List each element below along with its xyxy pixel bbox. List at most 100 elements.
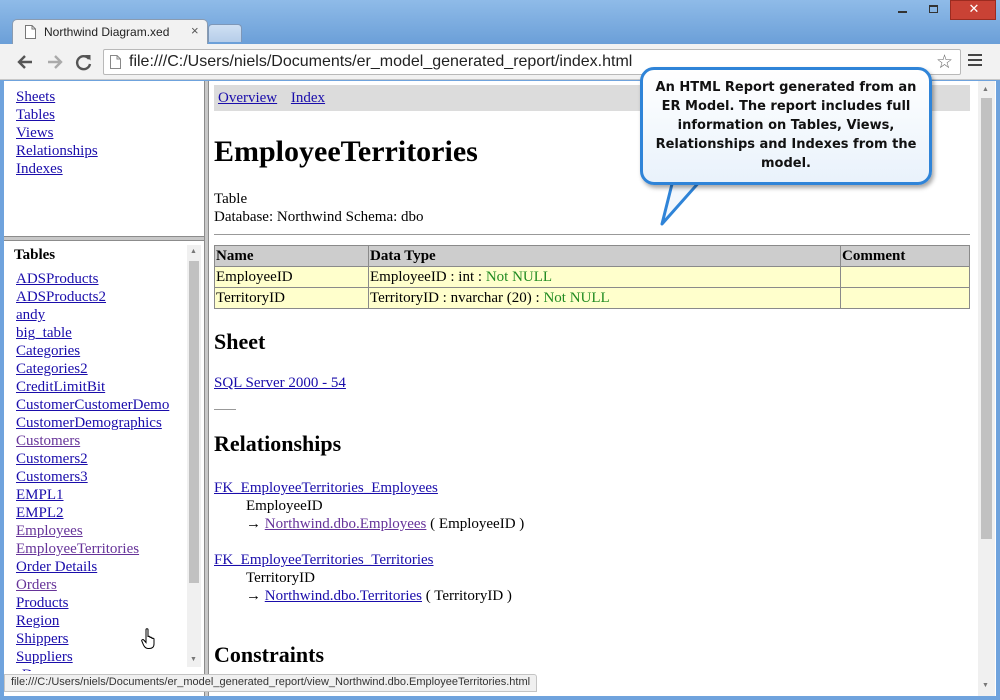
table-link[interactable]: ADSProducts — [16, 270, 169, 288]
title-bar: Northwind Diagram.xed × ✕ — [0, 0, 1000, 45]
table-link[interactable]: Products — [16, 594, 169, 612]
sheet-heading: Sheet — [214, 329, 266, 354]
nav-link-indexes[interactable]: Indexes — [16, 160, 204, 178]
scrollbar-thumb[interactable] — [981, 98, 992, 539]
scroll-up-icon[interactable]: ▲ — [190, 247, 197, 255]
relationship-target-link[interactable]: Northwind.dbo.Employees — [265, 516, 427, 532]
tables-frame: Tables ADSProducts ADSProducts2 andy big_ta… — [4, 241, 204, 671]
table-link[interactable]: Customers2 — [16, 450, 169, 468]
minimize-button[interactable] — [887, 0, 917, 20]
divider — [214, 409, 236, 410]
nav-link-relationships[interactable]: Relationships — [16, 142, 204, 160]
star-icon[interactable]: ☆ — [936, 52, 953, 72]
table-link[interactable]: Suppliers — [16, 648, 169, 666]
relationship-target-link[interactable]: Northwind.dbo.Territories — [265, 588, 422, 604]
arrow-icon: → — [246, 588, 265, 604]
table-link[interactable]: CustomerDemographics — [16, 414, 169, 432]
tables-scrollbar[interactable]: ▲ ▼ — [187, 245, 201, 667]
table-link[interactable]: Categories2 — [16, 360, 169, 378]
tab-northwind-diagram[interactable]: Northwind Diagram.xed × — [12, 19, 208, 45]
back-arrow-icon[interactable] — [14, 52, 36, 72]
constraints-heading: Constraints — [214, 642, 325, 667]
relationship-column: TerritoryID — [246, 570, 315, 586]
status-bar-url: file:///C:/Users/niels/Documents/er_mode… — [4, 674, 538, 692]
page-title: EmployeeTerritories — [214, 135, 478, 168]
column-name: EmployeeID — [214, 266, 369, 288]
column-name: TerritoryID — [214, 287, 369, 309]
new-tab-button[interactable] — [208, 24, 242, 42]
table-header-row: Name Data Type Comment — [214, 245, 970, 267]
table-row: EmployeeID EmployeeID : int : Not NULL — [214, 266, 970, 288]
column-header-type: Data Type — [368, 245, 841, 267]
page-icon — [110, 55, 121, 69]
table-link[interactable]: ADSProducts2 — [16, 288, 169, 306]
nav-link-tables[interactable]: Tables — [16, 106, 204, 124]
table-link[interactable]: EmployeeTerritories — [16, 540, 169, 558]
scrollbar-thumb[interactable] — [189, 261, 199, 583]
maximize-icon — [929, 5, 938, 13]
arrow-icon: → — [246, 516, 265, 532]
table-link[interactable]: Customers — [16, 432, 169, 450]
scroll-down-icon[interactable]: ▼ — [190, 655, 197, 663]
column-type-text: EmployeeID : int : — [370, 268, 486, 285]
relationship-target: → Northwind.dbo.Territories ( TerritoryI… — [214, 587, 512, 605]
tab-title: Northwind Diagram.xed — [44, 25, 170, 39]
relationship-link[interactable]: FK_EmployeeTerritories_Employees — [214, 480, 438, 496]
table-link[interactable]: Categories — [16, 342, 169, 360]
columns-table: Name Data Type Comment EmployeeID Employ… — [214, 245, 970, 309]
index-link[interactable]: Index — [291, 90, 325, 106]
tables-list: ADSProducts ADSProducts2 andy big_table Cate… — [16, 270, 169, 671]
table-link[interactable]: CustomerCustomerDemo — [16, 396, 169, 414]
table-link[interactable]: big_table — [16, 324, 169, 342]
nav-frame: Sheets Tables Views Relationships Indexes — [4, 81, 204, 236]
tab-close-icon[interactable]: × — [191, 23, 199, 38]
tables-heading: Tables — [14, 247, 56, 263]
close-window-button[interactable]: ✕ — [950, 0, 996, 20]
relationship-link[interactable]: FK_EmployeeTerritories_Territories — [214, 552, 434, 568]
overview-link[interactable]: Overview — [218, 90, 277, 106]
column-type: TerritoryID : nvarchar (20) : Not NULL — [368, 287, 841, 309]
column-header-comment: Comment — [840, 245, 970, 267]
relationship-column: EmployeeID — [246, 498, 323, 514]
table-link[interactable]: sDemo — [16, 666, 169, 671]
table-link[interactable]: EMPL2 — [16, 504, 169, 522]
table-link[interactable]: Orders — [16, 576, 169, 594]
relationship-target: → Northwind.dbo.Employees ( EmployeeID ) — [214, 515, 524, 533]
maximize-button[interactable] — [918, 0, 948, 20]
table-link[interactable]: CreditLimitBit — [16, 378, 169, 396]
nav-link-sheets[interactable]: Sheets — [16, 88, 204, 106]
table-row: TerritoryID TerritoryID : nvarchar (20) … — [214, 287, 970, 309]
callout-note: An HTML Report generated from an ER Mode… — [640, 67, 932, 185]
not-null-label: Not NULL — [485, 268, 553, 285]
page-icon — [25, 25, 36, 39]
target-column: ( EmployeeID ) — [426, 516, 525, 532]
target-column: ( TerritoryID ) — [422, 588, 512, 604]
column-comment — [840, 287, 970, 309]
column-header-name: Name — [214, 245, 369, 267]
callout-tail — [660, 180, 703, 226]
relationship-item: FK_EmployeeTerritories_Territories Terri… — [214, 551, 512, 605]
hand-cursor-icon — [141, 628, 155, 649]
menu-icon[interactable] — [968, 54, 982, 68]
table-link[interactable]: Order Details — [16, 558, 169, 576]
reload-icon[interactable] — [73, 52, 95, 72]
column-comment — [840, 266, 970, 288]
table-link[interactable]: andy — [16, 306, 169, 324]
url-text[interactable]: file:///C:/Users/niels/Documents/er_mode… — [129, 53, 632, 71]
nav-link-views[interactable]: Views — [16, 124, 204, 142]
scroll-up-icon[interactable]: ▲ — [982, 85, 989, 93]
forward-arrow-icon[interactable] — [44, 52, 66, 72]
minimize-icon — [898, 11, 907, 13]
table-link[interactable]: Employees — [16, 522, 169, 540]
close-icon: ✕ — [968, 2, 980, 17]
relationship-item: FK_EmployeeTerritories_Employees Employe… — [214, 479, 524, 533]
table-link[interactable]: EMPL1 — [16, 486, 169, 504]
sheet-link[interactable]: SQL Server 2000 - 54 — [214, 375, 346, 392]
scroll-down-icon[interactable]: ▼ — [982, 681, 989, 689]
column-type: EmployeeID : int : Not NULL — [368, 266, 841, 288]
database-info: Database: Northwind Schema: dbo — [214, 209, 424, 225]
table-link[interactable]: Customers3 — [16, 468, 169, 486]
divider — [214, 234, 970, 235]
relationships-heading: Relationships — [214, 431, 342, 456]
main-scrollbar[interactable]: ▲ ▼ — [978, 81, 995, 696]
